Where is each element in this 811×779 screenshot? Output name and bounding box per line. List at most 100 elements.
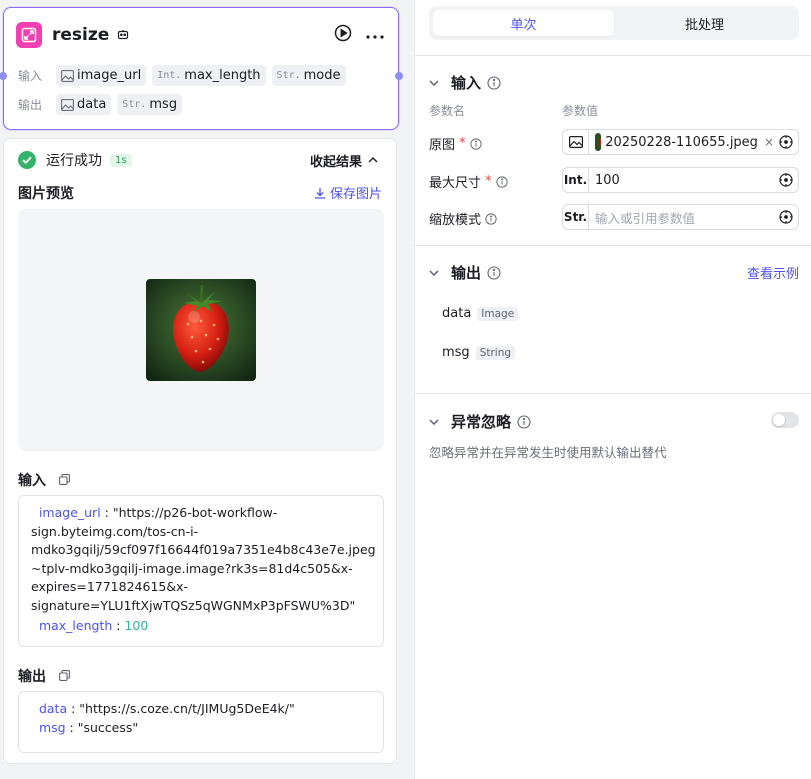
reference-variable-icon[interactable] bbox=[774, 135, 798, 149]
clear-icon[interactable]: × bbox=[764, 135, 774, 149]
tab-single[interactable]: 单次 bbox=[433, 10, 614, 36]
json-line: sign.byteimg.com/tos-cn-i- bbox=[31, 523, 199, 539]
reference-variable-icon[interactable] bbox=[774, 210, 798, 224]
exception-section-header[interactable]: 异常忽略 bbox=[429, 411, 531, 432]
type-badge: String bbox=[475, 345, 516, 360]
copy-icon[interactable] bbox=[58, 669, 70, 685]
scale-mode-input[interactable]: 输入或引用参数值 bbox=[589, 208, 774, 227]
canvas-area: resize 输入 image_url Int. max_length Str.… bbox=[0, 0, 414, 779]
node-config-panel: 单次 批处理 输入 参数名 参数值 原图 * 20250228-110655.jp… bbox=[414, 0, 811, 779]
output-section-header[interactable]: 输出 bbox=[429, 262, 501, 283]
param-label-text: 缩放模式 bbox=[429, 213, 482, 228]
json-value: "https://p26-bot-workflow- bbox=[112, 505, 278, 520]
input-chip-max-length: Int. max_length bbox=[152, 65, 266, 86]
output-chip-data: data bbox=[56, 94, 112, 115]
param-label-max-size: 最大尺寸 * bbox=[429, 172, 508, 191]
output-name: msg bbox=[442, 345, 470, 360]
tab-batch[interactable]: 批处理 bbox=[614, 10, 795, 36]
play-icon[interactable] bbox=[334, 24, 352, 46]
scale-mode-field[interactable]: Str. 输入或引用参数值 bbox=[562, 204, 799, 230]
info-icon[interactable] bbox=[487, 265, 501, 280]
output-name: msg bbox=[149, 97, 178, 112]
divider bbox=[415, 393, 811, 394]
source-image-field[interactable]: 20250228-110655.jpeg × bbox=[562, 129, 799, 155]
exception-ignore-toggle[interactable] bbox=[771, 412, 799, 428]
param-label-source-image: 原图 * bbox=[429, 134, 482, 153]
json-line: expires=1771824615&x- bbox=[31, 579, 189, 594]
image-type-icon bbox=[563, 130, 589, 154]
file-name: 20250228-110655.jpeg bbox=[605, 134, 758, 150]
image-type-icon bbox=[61, 98, 74, 111]
output-item-data: data Image bbox=[442, 306, 519, 321]
bot-icon bbox=[117, 29, 129, 41]
input-json-label: 输入 bbox=[18, 473, 46, 489]
divider bbox=[415, 245, 811, 246]
output-port[interactable] bbox=[395, 72, 403, 80]
toggle-knob bbox=[773, 414, 785, 426]
json-line: max_length : 100 bbox=[38, 618, 149, 633]
node-title: resize bbox=[52, 25, 110, 45]
json-line: data : "https://s.coze.cn/t/JIMUg5DeE4k/… bbox=[38, 701, 295, 716]
chevron-up-icon bbox=[368, 157, 378, 163]
download-icon bbox=[314, 187, 325, 199]
duration-badge: 1s bbox=[110, 153, 132, 167]
save-image-link[interactable]: 保存图片 bbox=[314, 183, 382, 202]
chevron-down-icon bbox=[429, 79, 439, 86]
collapse-result-button[interactable]: 收起结果 bbox=[310, 151, 378, 170]
param-label-scale-mode: 缩放模式 bbox=[429, 209, 497, 228]
output-json-title: 输出 bbox=[18, 666, 70, 686]
max-size-field[interactable]: Int. 100 bbox=[562, 167, 799, 193]
input-section-header[interactable]: 输入 bbox=[429, 72, 501, 93]
json-value: "https://s.coze.cn/t/JIMUg5DeE4k/" bbox=[79, 701, 295, 716]
input-name: mode bbox=[303, 68, 341, 83]
input-json-box: image_url : "https://p26-bot-workflow- s… bbox=[18, 495, 384, 647]
view-example-link[interactable]: 查看示例 bbox=[747, 263, 799, 282]
json-key: image_url bbox=[38, 505, 101, 520]
input-chip-image-url: image_url bbox=[56, 65, 147, 86]
collapse-label: 收起结果 bbox=[309, 154, 362, 170]
info-icon[interactable] bbox=[517, 414, 531, 429]
exception-description: 忽略异常并在异常发生时使用默认输出替代 bbox=[429, 445, 667, 460]
json-value: "success" bbox=[77, 719, 139, 735]
input-json-title: 输入 bbox=[18, 470, 70, 490]
type-label: Str. bbox=[122, 99, 147, 110]
info-icon[interactable] bbox=[469, 137, 482, 150]
json-key: max_length bbox=[38, 618, 113, 633]
inputs-label: 输入 bbox=[18, 69, 43, 83]
outputs-label: 输出 bbox=[18, 98, 43, 112]
save-label: 保存图片 bbox=[329, 187, 382, 202]
more-icon[interactable] bbox=[366, 28, 384, 43]
required-mark: * bbox=[485, 174, 492, 189]
input-chip-mode: Str. mode bbox=[271, 65, 346, 86]
strawberry-image[interactable] bbox=[146, 279, 256, 381]
chevron-down-icon bbox=[429, 418, 439, 425]
preview-title: 图片预览 bbox=[18, 186, 74, 202]
type-label: Str. bbox=[563, 205, 589, 229]
copy-icon[interactable] bbox=[58, 473, 70, 489]
reference-variable-icon[interactable] bbox=[774, 173, 798, 187]
node-outputs-row: 输出 data Str. msg bbox=[18, 94, 183, 115]
divider bbox=[415, 55, 811, 56]
info-icon[interactable] bbox=[487, 75, 501, 90]
check-circle-icon bbox=[18, 151, 36, 169]
run-result-panel: 运行成功 1s 收起结果 图片预览 保存图片 输入 image_url: "h… bbox=[3, 138, 397, 764]
resize-node-card[interactable]: resize 输入 image_url Int. max_length Str.… bbox=[0, 7, 403, 130]
output-name: data bbox=[442, 306, 472, 321]
run-status: 运行成功 bbox=[46, 153, 102, 169]
type-label: Int. bbox=[157, 70, 182, 81]
max-size-value[interactable]: 100 bbox=[589, 173, 774, 188]
type-badge: Image bbox=[477, 306, 519, 321]
resize-node-icon bbox=[16, 22, 42, 48]
output-item-msg: msg String bbox=[442, 345, 516, 360]
info-icon[interactable] bbox=[495, 175, 508, 188]
input-name: image_url bbox=[77, 68, 142, 83]
required-mark: * bbox=[459, 136, 466, 151]
exception-section-title: 异常忽略 bbox=[451, 413, 512, 431]
json-key: msg bbox=[38, 719, 66, 735]
chevron-down-icon bbox=[429, 269, 439, 276]
info-icon[interactable] bbox=[485, 212, 497, 225]
param-label-text: 最大尺寸 bbox=[429, 176, 482, 191]
input-port[interactable] bbox=[0, 72, 7, 80]
node-inputs-row: 输入 image_url Int. max_length Str. mode bbox=[18, 65, 346, 86]
output-json-label: 输出 bbox=[18, 669, 46, 685]
